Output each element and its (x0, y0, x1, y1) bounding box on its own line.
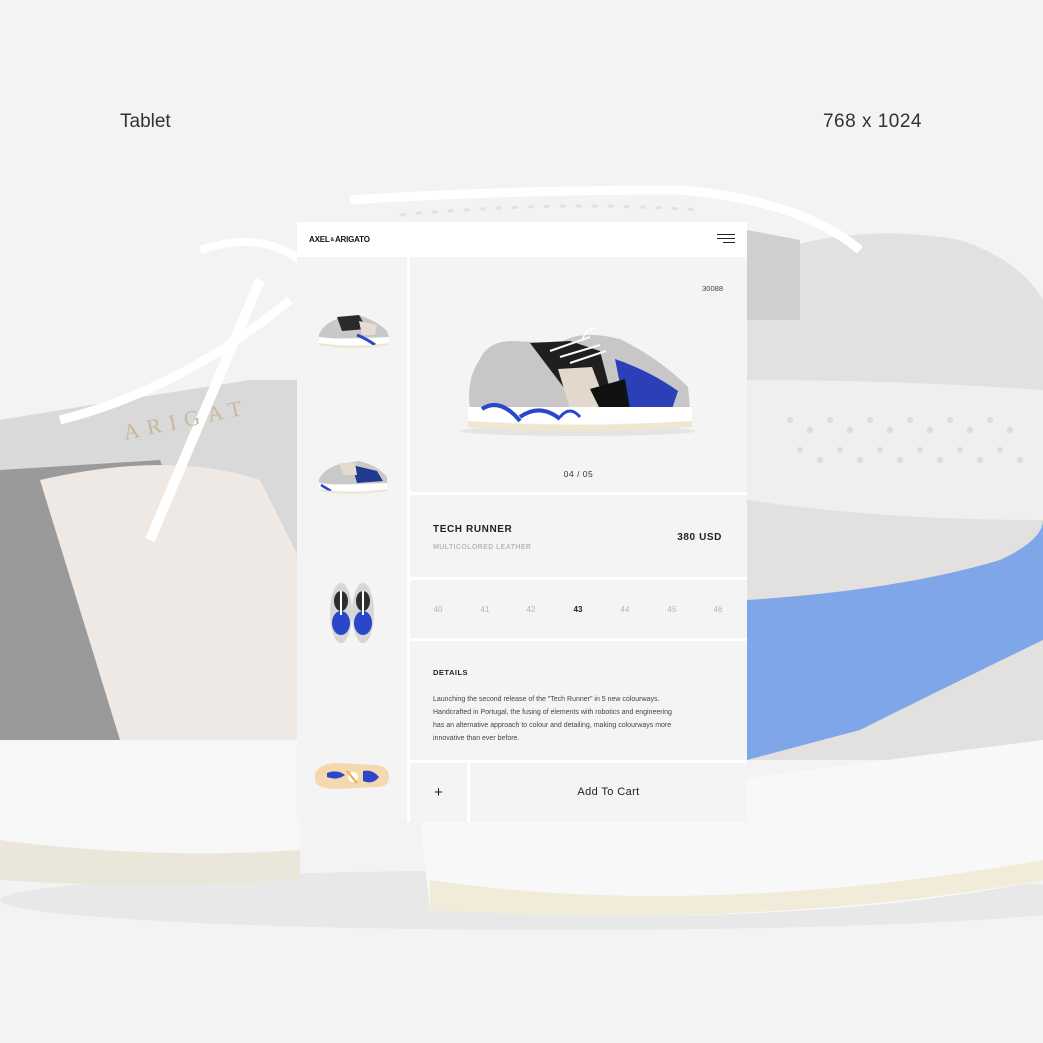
size-option-41[interactable]: 41 (475, 605, 495, 614)
thumbnail-side-view-2[interactable] (297, 401, 407, 540)
details-description: Launching the second release of the "Tec… (433, 696, 672, 742)
product-name: TECH RUNNER (433, 524, 513, 535)
details-heading: DETAILS (433, 668, 469, 677)
hero-image-panel: 30088 04 / 05 (410, 259, 747, 492)
add-to-cart-button[interactable]: Add To Cart (470, 763, 747, 822)
add-to-wishlist-button[interactable]: + (410, 763, 467, 822)
size-option-44[interactable]: 44 (615, 605, 635, 614)
size-option-40[interactable]: 40 (428, 605, 448, 614)
size-option-45[interactable]: 45 (662, 605, 682, 614)
size-option-42[interactable]: 42 (521, 605, 541, 614)
sneaker-top-image (330, 583, 374, 643)
logo-ampersand: & (330, 236, 335, 243)
device-caption: Tablet (120, 111, 171, 132)
size-selector: 40 41 42 43 44 45 46 (410, 580, 747, 638)
sneaker-sole-image (315, 763, 389, 789)
hamburger-menu-button[interactable] (717, 233, 735, 245)
tablet-product-page: AXEL&ARIGATO 30088 04 / 05 TECH RUNNER M… (297, 222, 747, 822)
brand-logo[interactable]: AXEL&ARIGATO (309, 235, 370, 244)
product-info: TECH RUNNER MULTICOLORED LEATHER 380 USD (410, 495, 747, 577)
resolution-caption: 768 x 1024 (822, 111, 922, 132)
hero-sneaker-image (460, 328, 696, 436)
thumbnail-top-view[interactable] (297, 543, 407, 682)
image-pager: 04 / 05 (563, 469, 594, 479)
menu-line-icon (717, 234, 735, 236)
top-bar: AXEL&ARIGATO (297, 222, 747, 257)
product-price: 380 USD (677, 532, 722, 543)
thumbnail-list (297, 259, 407, 822)
product-subtitle: MULTICOLORED LEATHER (433, 544, 532, 551)
thumbnail-sole-view[interactable] (297, 685, 407, 822)
thumbnail-side-view[interactable] (297, 259, 407, 398)
sneaker-side-image (319, 461, 387, 494)
cart-actions: + Add To Cart (410, 763, 747, 822)
product-details: DETAILS Launching the second release of … (410, 641, 747, 760)
size-option-46[interactable]: 46 (708, 605, 728, 614)
brand-logo-text: AXEL&ARIGATO (309, 235, 370, 244)
size-option-43-selected[interactable]: 43 (568, 605, 588, 614)
menu-line-icon (717, 238, 735, 240)
sneaker-side-image (319, 315, 389, 348)
menu-line-icon (723, 242, 735, 244)
